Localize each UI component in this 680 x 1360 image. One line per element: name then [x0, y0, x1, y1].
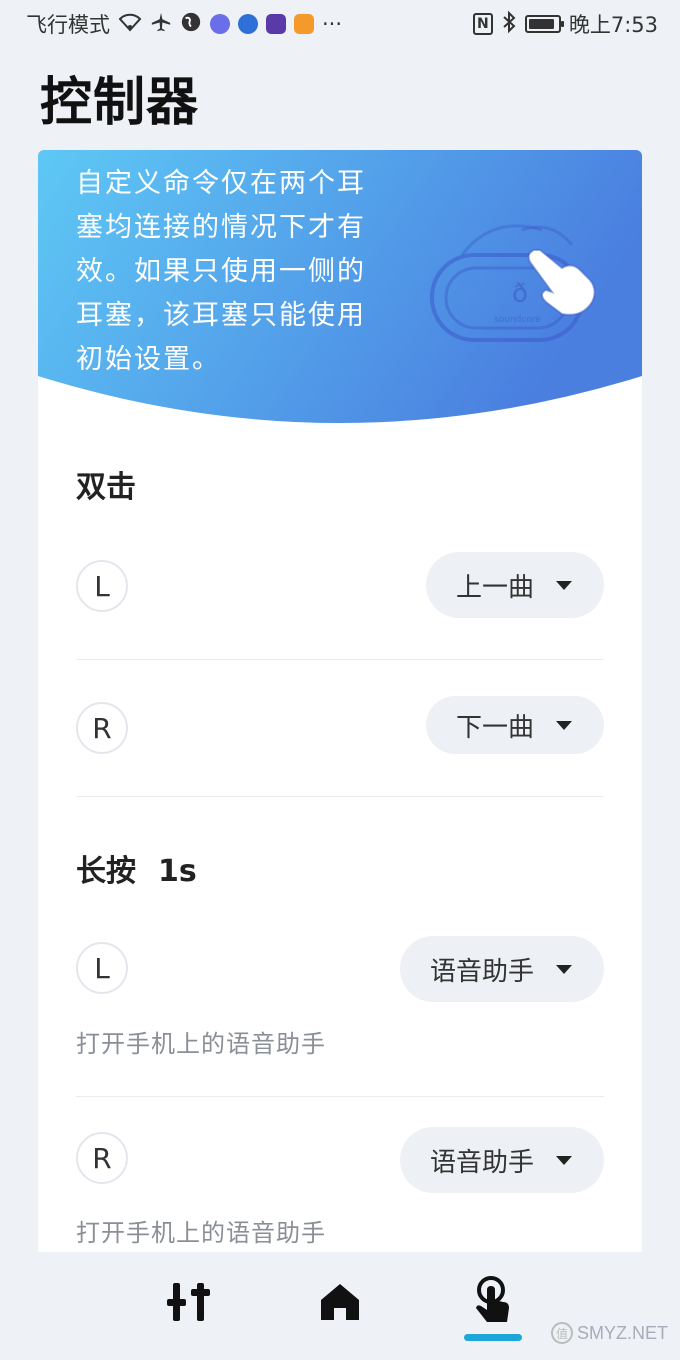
double-tap-left-badge: L: [76, 560, 128, 612]
page-title: 控制器: [40, 73, 200, 133]
battery-icon: [524, 15, 564, 33]
earth-icon: [180, 11, 202, 38]
equalizer-icon: [167, 1283, 210, 1321]
svg-text:ð: ð: [512, 279, 528, 309]
long-press-right-select[interactable]: 语音助手: [399, 1127, 604, 1193]
double-tap-right-badge: R: [76, 702, 128, 754]
long-press-right-badge: R: [76, 1132, 128, 1184]
controls-card: 自定义命令仅在两个耳塞均连接的情况下才有效。如果只使用一侧的耳塞，该耳塞只能使用…: [38, 150, 642, 1252]
double-tap-title: 双击: [76, 470, 136, 505]
double-tap-right-action: 下一曲: [455, 712, 534, 743]
video-app-icon: [294, 14, 314, 34]
banner-text: 自定义命令仅在两个耳塞均连接的情况下才有效。如果只使用一侧的耳塞，该耳塞只能使用…: [76, 168, 366, 375]
long-press-right-action: 语音助手: [429, 1147, 534, 1178]
watermark-text: SMYZ.NET: [576, 1322, 668, 1343]
watermark: 值 SMYZ.NET: [550, 1322, 668, 1344]
brand-logo: soundcore: [494, 315, 541, 325]
chevron-down-icon: [556, 1155, 572, 1165]
nfc-icon: N: [472, 13, 493, 35]
active-tab-indicator: [464, 1334, 522, 1341]
airplane-mode-label: 飞行模式: [26, 13, 110, 37]
double-tap-left-select[interactable]: 上一曲: [425, 552, 604, 618]
long-press-duration: 1s: [158, 854, 197, 889]
baidu-icon: [238, 14, 258, 34]
music-app-icon: [210, 14, 230, 34]
earbuds-case-illustration: ð soundcore: [422, 210, 602, 364]
touch-control-icon: [476, 1276, 509, 1322]
long-press-left-badge: L: [76, 942, 128, 994]
chevron-down-icon: [556, 720, 572, 730]
browser-app-icon: [266, 14, 286, 34]
nav-equalizer[interactable]: [160, 1272, 220, 1332]
nav-home[interactable]: [310, 1272, 370, 1332]
divider: [76, 659, 604, 660]
double-tap-left-action: 上一曲: [455, 572, 534, 603]
watermark-badge: 值: [550, 1322, 573, 1344]
home-icon: [321, 1284, 359, 1320]
more-icon: ···: [322, 12, 343, 36]
long-press-left-select[interactable]: 语音助手: [399, 936, 604, 1002]
long-press-left-hint: 打开手机上的语音助手: [76, 1030, 326, 1058]
status-right: N 晚上7:53: [472, 9, 658, 39]
status-left: 飞行模式 ···: [26, 9, 342, 39]
chevron-down-icon: [556, 964, 572, 974]
long-press-label: 长按: [76, 854, 136, 889]
status-bar: 飞行模式 ··· N 晚上7:53: [0, 0, 680, 48]
info-banner: 自定义命令仅在两个耳塞均连接的情况下才有效。如果只使用一侧的耳塞，该耳塞只能使用…: [38, 150, 642, 430]
long-press-title: 长按 1s: [76, 846, 197, 890]
double-tap-right-select[interactable]: 下一曲: [425, 696, 604, 754]
bluetooth-icon: [501, 10, 517, 39]
wifi-icon: [118, 12, 142, 37]
status-time: 晚上7:53: [568, 13, 658, 37]
divider: [76, 1096, 604, 1097]
airplane-icon: [150, 11, 172, 38]
long-press-right-hint: 打开手机上的语音助手: [76, 1219, 326, 1247]
divider: [76, 796, 604, 797]
chevron-down-icon: [556, 580, 572, 590]
long-press-left-action: 语音助手: [429, 956, 534, 987]
nav-touch-control[interactable]: [463, 1272, 523, 1332]
